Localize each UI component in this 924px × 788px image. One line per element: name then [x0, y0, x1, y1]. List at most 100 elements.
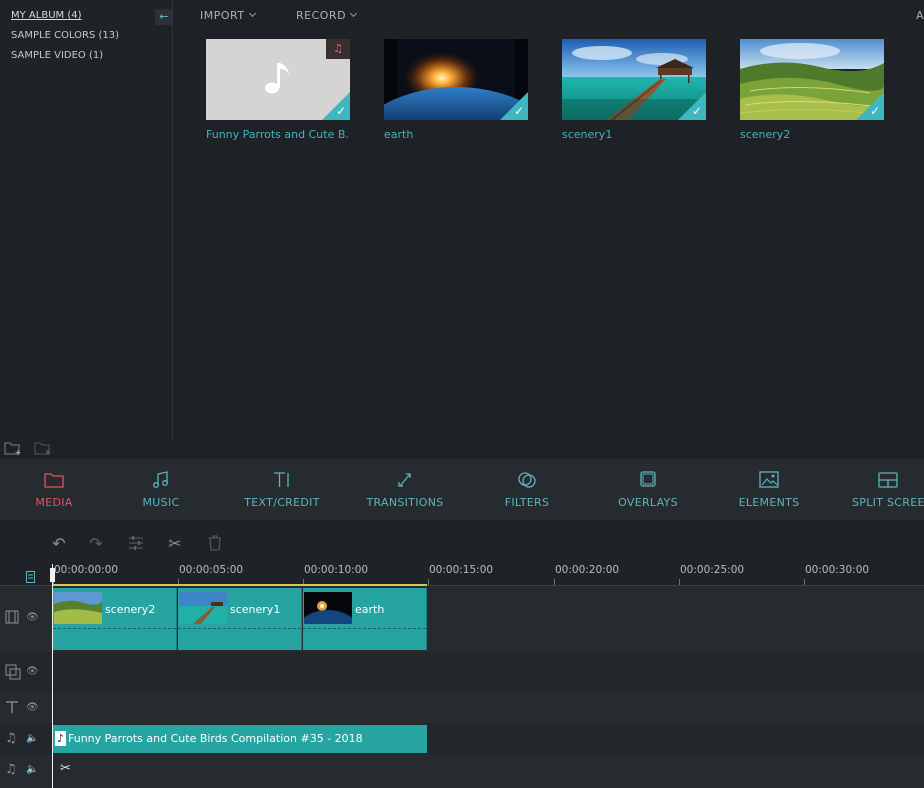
tab-label: OVERLAYS: [618, 496, 678, 509]
tab-label: FILTERS: [504, 496, 550, 509]
checkmark-icon: ✓: [691, 104, 702, 118]
music-badge-icon: ♫: [326, 39, 350, 59]
arrow-left-icon: ←: [159, 10, 169, 23]
clip-thumbnail: [179, 592, 227, 624]
music-note-icon: ♪: [55, 731, 66, 746]
tick-label: 00:00:25:00: [680, 564, 745, 576]
track-header: ♫ 🔈: [0, 724, 52, 754]
tab-label: TRANSITIONS: [366, 496, 444, 509]
tab-label: ELEMENTS: [738, 496, 800, 509]
record-menu-button[interactable]: RECORD: [296, 9, 358, 22]
transitions-icon: [398, 473, 411, 487]
folder-icon: [44, 473, 64, 488]
pip-icon: [5, 664, 21, 684]
checkmark-icon: ✓: [869, 104, 880, 118]
clip-divider: [53, 628, 176, 629]
clip-divider: [303, 628, 426, 629]
tab-media[interactable]: MEDIA: [14, 459, 94, 520]
import-menu-button[interactable]: IMPORT: [200, 9, 256, 22]
collapse-sidebar-button[interactable]: ←: [155, 9, 173, 25]
tab-overlays[interactable]: OVERLAYS: [610, 459, 686, 520]
clip-name: earth: [355, 603, 385, 616]
sidebar-item-sample-colors[interactable]: SAMPLE COLORS (13): [11, 30, 119, 41]
media-caption: scenery1: [562, 128, 613, 141]
audio-track-2: ♫ 🔈 ✂: [0, 754, 924, 788]
timeline-settings-icon[interactable]: [26, 568, 35, 583]
video-clip-scenery1[interactable]: scenery1: [178, 588, 302, 650]
chevron-down-icon: [350, 9, 358, 18]
elements-icon: [759, 471, 779, 488]
tick: [804, 579, 805, 585]
media-thumbnail: ✓: [384, 39, 528, 120]
undo-icon[interactable]: ↶: [49, 534, 69, 554]
clip-thumbnail: [304, 592, 352, 624]
audio-track-1: ♫ 🔈 ♪ Funny Parrots and Cute Birds Compi…: [0, 724, 924, 754]
text-track-icon: [5, 700, 19, 718]
record-label: RECORD: [296, 9, 347, 22]
cut-icon[interactable]: ✂: [165, 534, 185, 554]
tab-music[interactable]: MUSIC: [121, 459, 201, 520]
track-header: ♫ 🔈: [0, 754, 52, 788]
tab-elements[interactable]: ELEMENTS: [730, 459, 808, 520]
album-sidebar: MY ALBUM (4) SAMPLE COLORS (13) SAMPLE V…: [0, 0, 173, 440]
video-clip-earth[interactable]: earth: [303, 588, 427, 650]
video-clip-scenery2[interactable]: scenery2: [53, 588, 177, 650]
truncated-menu-label[interactable]: A: [916, 9, 924, 22]
clip-name: scenery2: [105, 603, 156, 616]
track-header: 👁: [0, 652, 52, 692]
media-item-scenery1[interactable]: ✓ scenery1: [562, 39, 706, 141]
track-header: 👁: [0, 692, 52, 724]
tab-text-credit[interactable]: TEXT/CREDIT: [236, 459, 328, 520]
media-item-scenery2[interactable]: ✓ scenery2: [740, 39, 884, 141]
edit-toolbar: ↶ ↷ ✂: [0, 520, 924, 564]
clip-name: scenery1: [230, 603, 281, 616]
tab-transitions[interactable]: TRANSITIONS: [360, 459, 450, 520]
adjust-icon[interactable]: [126, 534, 146, 554]
tab-split-screen[interactable]: SPLIT SCREEN: [846, 459, 924, 520]
media-thumbnail: ✓: [740, 39, 884, 120]
media-library: IMPORT RECORD A ♫ ✓ Funny Parrots and Cu: [174, 0, 924, 440]
media-thumbnail: ✓: [562, 39, 706, 120]
pip-track: 👁: [0, 652, 924, 692]
clip-divider: [178, 628, 301, 629]
new-folder-icon[interactable]: [4, 440, 22, 460]
media-item-audio[interactable]: ♫ ✓ Funny Parrots and Cute B...: [206, 39, 350, 141]
overlays-icon: [640, 471, 656, 487]
tab-label: TEXT/CREDIT: [244, 496, 320, 509]
tick-label: 00:00:05:00: [179, 564, 244, 576]
music-note-icon: [153, 471, 168, 488]
music-track-icon: ♫: [5, 762, 17, 777]
redo-icon[interactable]: ↷: [86, 534, 106, 554]
tick: [554, 579, 555, 585]
tab-label: SPLIT SCREEN: [852, 496, 924, 509]
import-label: IMPORT: [200, 9, 245, 22]
eye-icon[interactable]: 👁: [26, 666, 39, 677]
media-item-earth[interactable]: ✓ earth: [384, 39, 528, 141]
eye-icon[interactable]: 👁: [26, 612, 39, 623]
tick-label: 00:00:15:00: [429, 564, 494, 576]
filters-icon: [518, 472, 536, 488]
delete-folder-icon[interactable]: [34, 440, 52, 460]
filmora-editor-window: MY ALBUM (4) SAMPLE COLORS (13) SAMPLE V…: [0, 0, 924, 788]
media-caption: Funny Parrots and Cute B...: [206, 128, 350, 141]
speaker-icon[interactable]: 🔈: [26, 733, 38, 744]
music-track-icon: ♫: [5, 731, 17, 746]
scissors-cursor-icon: ✂: [60, 761, 71, 776]
time-ruler[interactable]: 00:00:00:00 00:00:05:00 00:00:10:00 00:0…: [0, 564, 924, 586]
tab-filters[interactable]: FILTERS: [490, 459, 564, 520]
delete-icon[interactable]: [205, 534, 225, 554]
speaker-icon[interactable]: 🔈: [26, 764, 38, 775]
split-screen-icon: [878, 472, 898, 488]
audio-clip[interactable]: ♪ Funny Parrots and Cute Birds Compilati…: [53, 725, 427, 753]
video-track-1: 👁 scenery2 scenery1 earth: [0, 586, 924, 652]
category-tabbar: MEDIA MUSIC TEXT/CREDIT TRANSITIONS FILT…: [0, 459, 924, 520]
eye-icon[interactable]: 👁: [26, 702, 39, 713]
tab-label: MUSIC: [142, 496, 180, 509]
playhead-handle[interactable]: [50, 568, 55, 582]
film-icon: [5, 610, 19, 628]
clip-thumbnail: [54, 592, 102, 624]
sidebar-item-my-album[interactable]: MY ALBUM (4): [11, 10, 81, 21]
sidebar-item-sample-video[interactable]: SAMPLE VIDEO (1): [11, 50, 103, 61]
checkmark-icon: ✓: [335, 104, 346, 118]
playhead[interactable]: [52, 564, 53, 788]
